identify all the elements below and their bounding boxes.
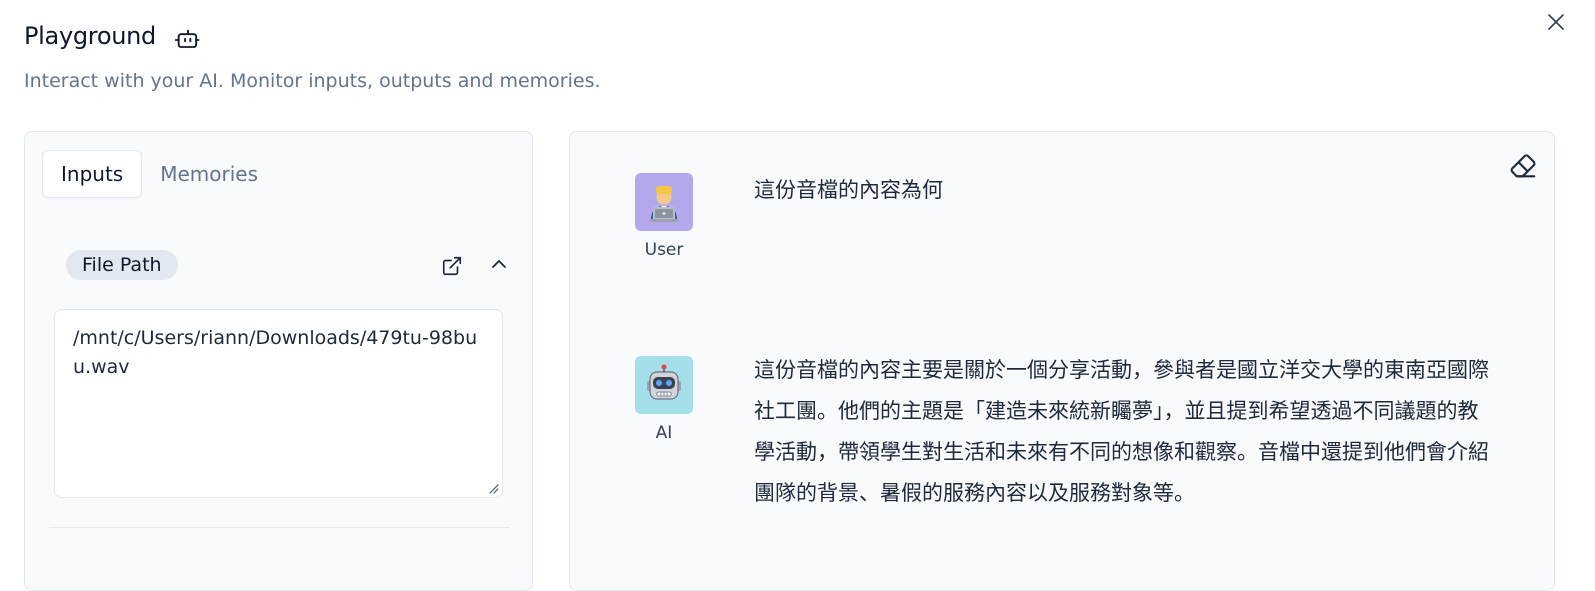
- robot-emoji-icon: [647, 364, 681, 400]
- divider: [49, 527, 510, 528]
- tab-memories[interactable]: Memories: [142, 150, 276, 198]
- file-path-input[interactable]: /mnt/c/Users/riann/Downloads/479tu-98buu…: [54, 309, 503, 498]
- panel-tabs: Inputs Memories: [42, 148, 276, 200]
- ai-role-label: AI: [655, 423, 673, 443]
- close-icon[interactable]: [1546, 12, 1566, 32]
- page-subtitle: Interact with your AI. Monitor inputs, o…: [24, 70, 601, 92]
- inputs-panel: Inputs Memories File Path /mnt/c/Users/r…: [24, 131, 533, 591]
- technologist-emoji-icon: [650, 186, 678, 222]
- file-path-value: /mnt/c/Users/riann/Downloads/479tu-98buu…: [73, 327, 478, 378]
- user-role-label: User: [644, 240, 684, 260]
- resize-handle-icon[interactable]: [487, 482, 499, 494]
- ai-message: 這份音檔的內容主要是關於一個分享活動，參與者是國立洋交大學的東南亞國際社工團。他…: [754, 358, 1489, 505]
- tab-inputs[interactable]: Inputs: [42, 150, 143, 198]
- page-title: Playground: [24, 22, 156, 50]
- user-message: 這份音檔的內容為何: [754, 178, 943, 202]
- bot-icon: [174, 29, 200, 48]
- chevron-up-icon[interactable]: [489, 254, 509, 274]
- user-avatar: [635, 173, 693, 231]
- chat-panel: User 這份音檔的內容為何 AI 這份音檔的內容主要是關於一個分享活動，參與者…: [569, 131, 1555, 591]
- external-link-icon[interactable]: [441, 255, 463, 277]
- file-path-label: File Path: [66, 250, 178, 280]
- eraser-icon[interactable]: [1508, 150, 1538, 180]
- ai-avatar: [635, 356, 693, 414]
